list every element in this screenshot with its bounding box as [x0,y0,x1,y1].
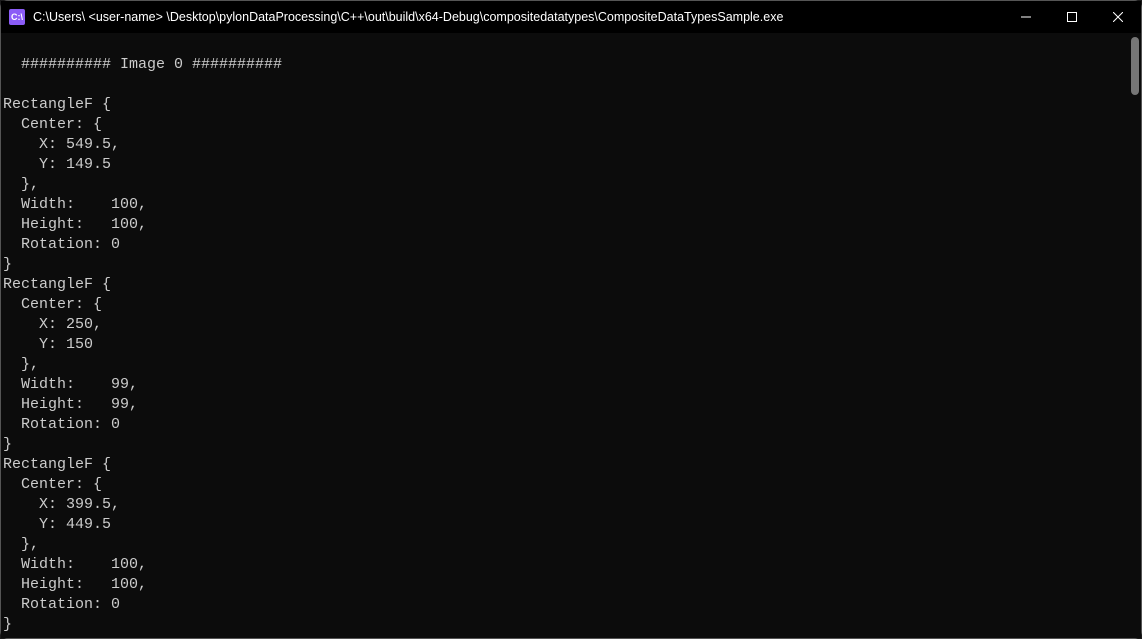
maximize-icon [1067,12,1077,22]
close-icon [1113,12,1123,22]
close-button[interactable] [1095,1,1141,33]
window-controls [1003,1,1141,33]
window-titlebar: C:\ C:\Users\ <user-name> \Desktop\pylon… [1,1,1141,33]
minimize-button[interactable] [1003,1,1049,33]
terminal-output[interactable]: ########## Image 0 ########## RectangleF… [1,33,1141,638]
scrollbar-thumb[interactable] [1131,37,1139,95]
terminal-text: ########## Image 0 ########## RectangleF… [3,56,282,633]
minimize-icon [1021,12,1031,22]
app-icon: C:\ [9,9,25,25]
maximize-button[interactable] [1049,1,1095,33]
window-title: C:\Users\ <user-name> \Desktop\pylonData… [33,10,1003,24]
